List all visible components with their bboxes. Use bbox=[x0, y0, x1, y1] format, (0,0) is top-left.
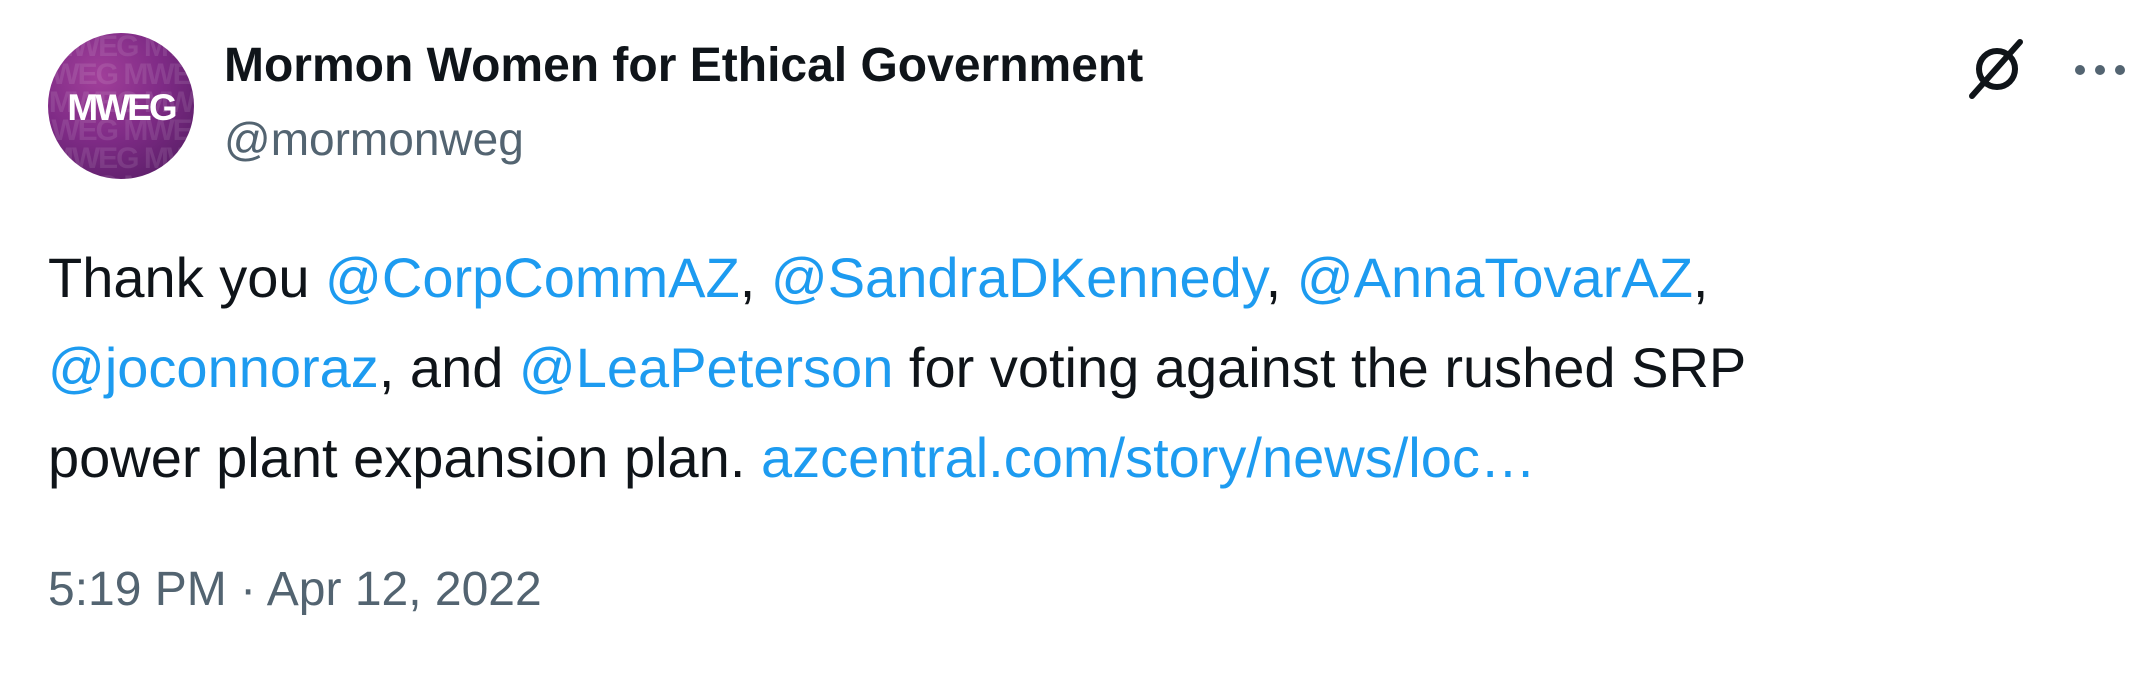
tweet-text-segment: for voting against the rushed SRP bbox=[893, 336, 1747, 399]
tweet-text-segment: , and bbox=[378, 336, 519, 399]
grok-icon bbox=[1969, 39, 2023, 99]
timestamp-date[interactable]: Apr 12, 2022 bbox=[267, 563, 542, 616]
mention-link[interactable]: @AnnaTovarAZ bbox=[1297, 246, 1693, 309]
timestamp-time[interactable]: 5:19 PM bbox=[48, 563, 227, 616]
tweet-timestamp: 5:19 PM · Apr 12, 2022 bbox=[48, 562, 542, 617]
tweet-text-line: power plant expansion plan. azcentral.co… bbox=[48, 413, 2098, 503]
tweet-text-segment: , bbox=[1265, 246, 1297, 309]
avatar[interactable]: MWEG MWWEG MWEMWEG MWWEG MWEMWEG MWWEG M… bbox=[48, 33, 194, 179]
tweet-text-line: @joconnoraz, and @LeaPeterson for voting… bbox=[48, 323, 2098, 413]
mention-link[interactable]: @CorpCommAZ bbox=[325, 246, 740, 309]
grok-button[interactable] bbox=[1962, 34, 2032, 104]
tweet-text-line: Thank you @CorpCommAZ, @SandraDKennedy, … bbox=[48, 233, 2098, 323]
tweet-card: MWEG MWWEG MWEMWEG MWWEG MWEMWEG MWWEG M… bbox=[0, 0, 2154, 680]
timestamp-separator: · bbox=[226, 563, 267, 616]
avatar-logo-text: MWEG bbox=[67, 87, 177, 128]
tweet-text-segment: power plant expansion plan. bbox=[48, 426, 761, 489]
mention-link[interactable]: @SandraDKennedy bbox=[771, 246, 1266, 309]
more-options-button[interactable] bbox=[2064, 34, 2136, 104]
article-link[interactable]: azcentral.com/story/news/loc… bbox=[761, 426, 1536, 489]
tweet-text-segment: Thank you bbox=[48, 246, 326, 309]
tweet-text-segment: , bbox=[739, 246, 771, 309]
author-handle[interactable]: @mormonweg bbox=[224, 112, 524, 166]
mention-link[interactable]: @joconnoraz bbox=[48, 336, 379, 399]
mention-link[interactable]: @LeaPeterson bbox=[519, 336, 893, 399]
more-horizontal-icon bbox=[2075, 65, 2125, 75]
tweet-text: Thank you @CorpCommAZ, @SandraDKennedy , … bbox=[48, 233, 2098, 503]
tweet-text-segment: , bbox=[1692, 246, 1709, 309]
author-display-name[interactable]: Mormon Women for Ethical Government bbox=[224, 38, 1143, 93]
